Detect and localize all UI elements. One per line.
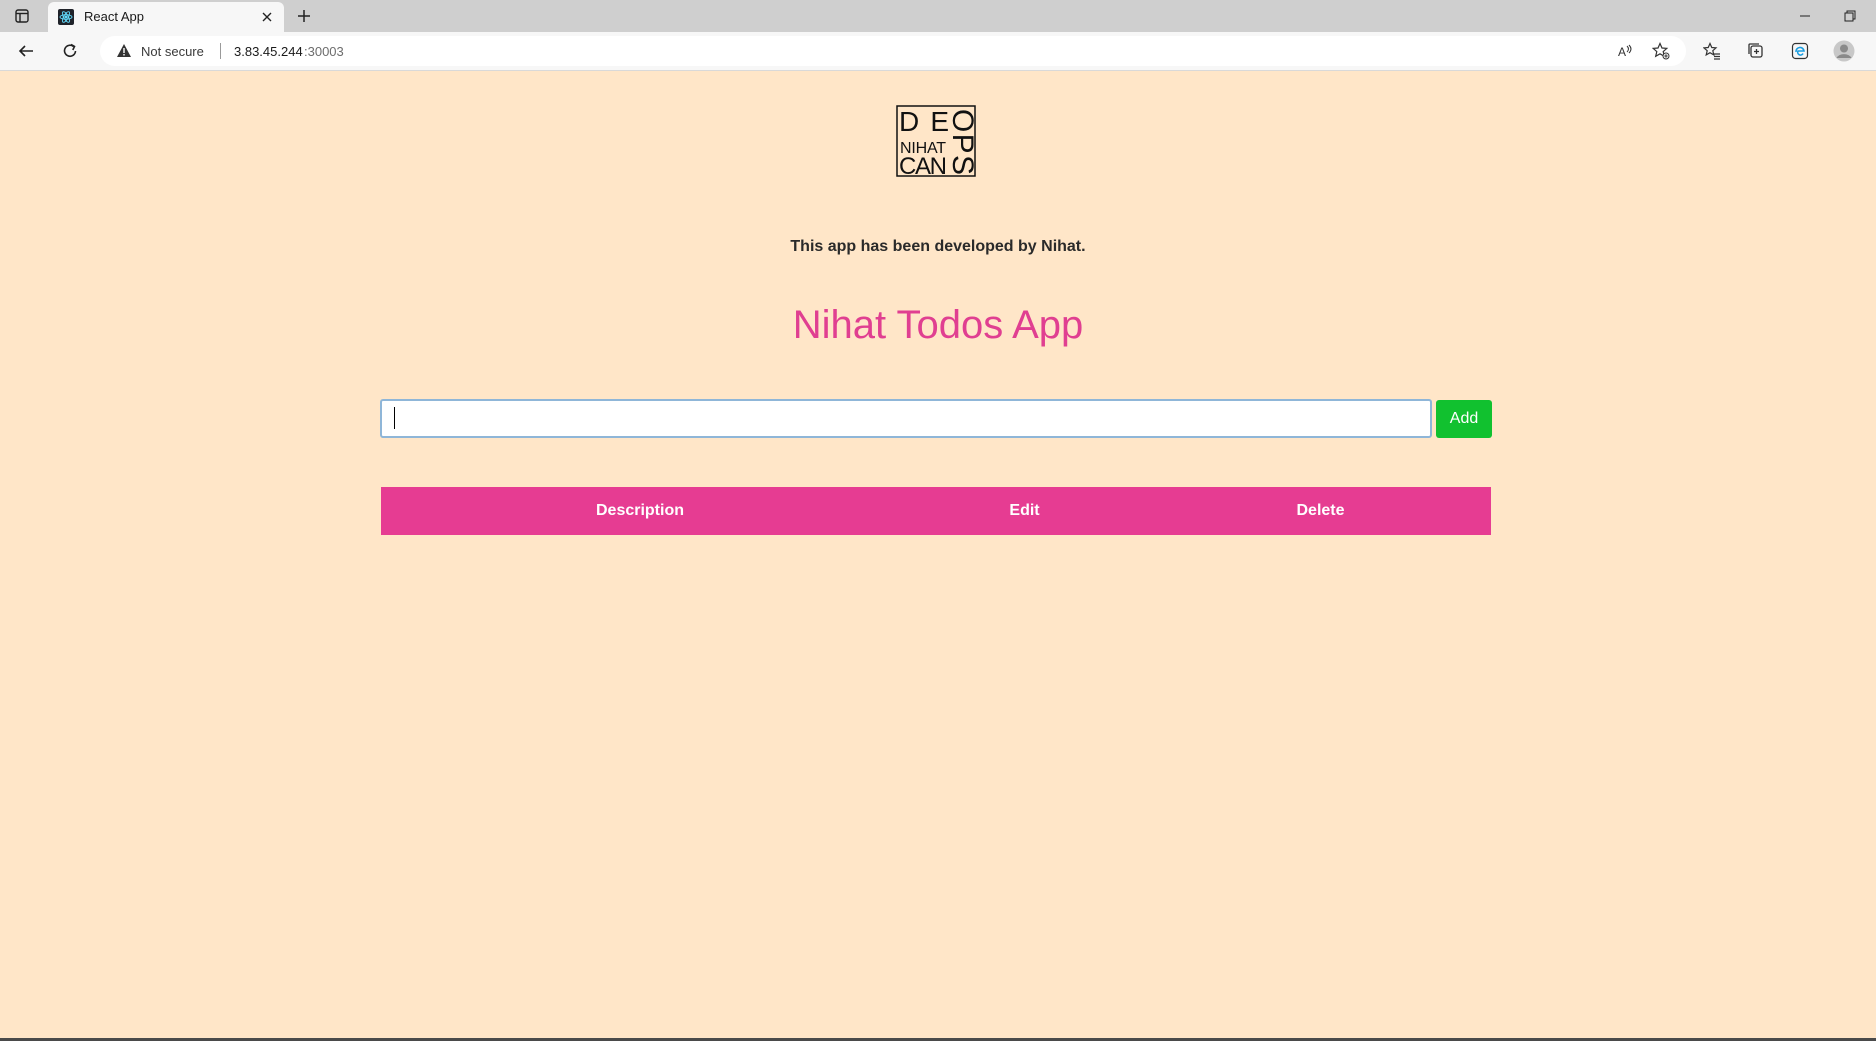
svg-text:CAN: CAN: [899, 153, 947, 177]
tab-strip: React App: [0, 0, 1876, 32]
profile-avatar-icon[interactable]: [1832, 39, 1856, 63]
tab-title: React App: [84, 9, 144, 24]
address-bar[interactable]: Not secure 3.83.45.244 :30003 A: [100, 36, 1686, 66]
add-button[interactable]: Add: [1436, 400, 1492, 438]
text-caret: [394, 407, 395, 429]
security-status[interactable]: Not secure: [141, 44, 204, 59]
collections-icon[interactable]: [1744, 39, 1768, 63]
developer-note: This app has been developed by Nihat.: [790, 238, 1086, 255]
edge-sidebar-icon[interactable]: [1788, 39, 1812, 63]
todo-input[interactable]: [380, 399, 1432, 438]
todo-table-header: Description Edit Delete: [381, 487, 1491, 535]
devops-logo: DE NIHAT CAN OPS: [896, 105, 979, 180]
navigation-bar: Not secure 3.83.45.244 :30003 A: [0, 32, 1876, 71]
tab-actions-icon[interactable]: [12, 6, 32, 26]
new-tab-icon[interactable]: [293, 5, 315, 27]
column-header-edit: Edit: [1009, 502, 1040, 519]
add-favorite-icon[interactable]: [1652, 42, 1670, 60]
minimize-icon[interactable]: [1795, 6, 1815, 26]
favorites-icon[interactable]: [1700, 39, 1724, 63]
warning-icon[interactable]: [116, 43, 132, 59]
read-aloud-icon[interactable]: A: [1616, 42, 1634, 60]
page-title: Nihat Todos App: [792, 303, 1084, 347]
url-port[interactable]: :30003: [304, 44, 344, 59]
react-favicon-icon: [58, 9, 74, 25]
svg-text:A: A: [1618, 45, 1626, 59]
close-tab-icon[interactable]: [258, 8, 276, 26]
url-host[interactable]: 3.83.45.244: [234, 44, 303, 59]
active-tab[interactable]: React App: [48, 2, 284, 32]
address-separator: [220, 43, 221, 59]
column-header-delete: Delete: [1296, 502, 1345, 519]
refresh-icon[interactable]: [58, 39, 82, 63]
restore-icon[interactable]: [1840, 6, 1860, 26]
back-icon[interactable]: [14, 39, 38, 63]
column-header-description: Description: [595, 502, 684, 519]
svg-text:DE: DE: [899, 106, 949, 137]
svg-text:OPS: OPS: [946, 109, 976, 175]
page-content: DE NIHAT CAN OPS This app has been devel…: [0, 71, 1876, 1041]
